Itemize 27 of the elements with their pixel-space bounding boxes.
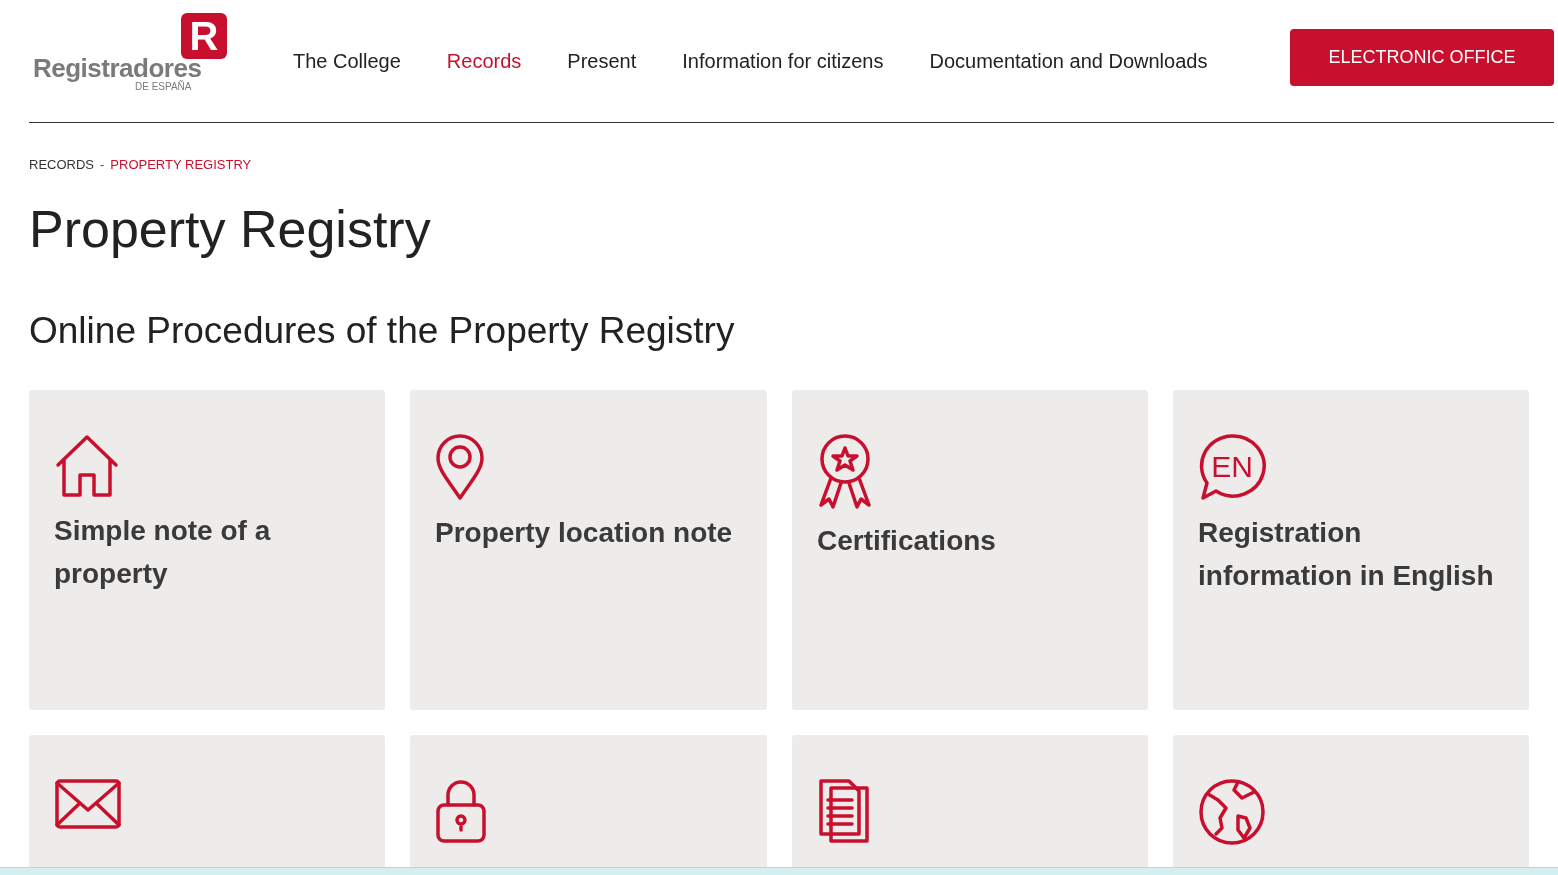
- speech-bubble-icon: EN: [1198, 432, 1266, 501]
- padlock-icon: [435, 777, 487, 844]
- nav-link[interactable]: Documentation and Downloads: [929, 46, 1208, 76]
- house-icon: [54, 432, 120, 499]
- map-pin-icon: [435, 432, 485, 501]
- electronic-office-button[interactable]: ELECTRONIC OFFICE: [1290, 29, 1554, 86]
- nav-link[interactable]: Present: [567, 46, 637, 76]
- nav-link[interactable]: The College: [293, 46, 401, 76]
- logo-subtitle: DE ESPAÑA: [135, 82, 192, 92]
- card-title: Simple note of a property: [54, 513, 272, 591]
- section-title: Online Procedures of the Property Registry: [29, 311, 736, 349]
- card-title: Registration information in English: [1198, 515, 1495, 593]
- logo-mark: R: [181, 13, 227, 59]
- globe-icon: [1198, 777, 1266, 846]
- nav-link[interactable]: Records: [446, 46, 522, 76]
- procedure-card[interactable]: Property location note: [410, 389, 767, 710]
- procedure-card[interactable]: Certifications: [792, 389, 1148, 710]
- procedure-card[interactable]: EN Registration information in English: [1173, 389, 1529, 710]
- breadcrumb-separator: -: [100, 156, 105, 174]
- breadcrumb-link[interactable]: RECORDS: [29, 155, 94, 175]
- award-ribbon-icon: [817, 432, 873, 509]
- envelope-icon: [54, 777, 122, 830]
- procedure-card[interactable]: Simple note of a property: [29, 389, 385, 710]
- breadcrumb-link[interactable]: PROPERTY REGISTRY: [110, 155, 252, 175]
- card-title: Certifications: [817, 523, 997, 558]
- card-title: Property location note: [435, 515, 734, 550]
- nav-link[interactable]: Information for citizens: [682, 46, 884, 76]
